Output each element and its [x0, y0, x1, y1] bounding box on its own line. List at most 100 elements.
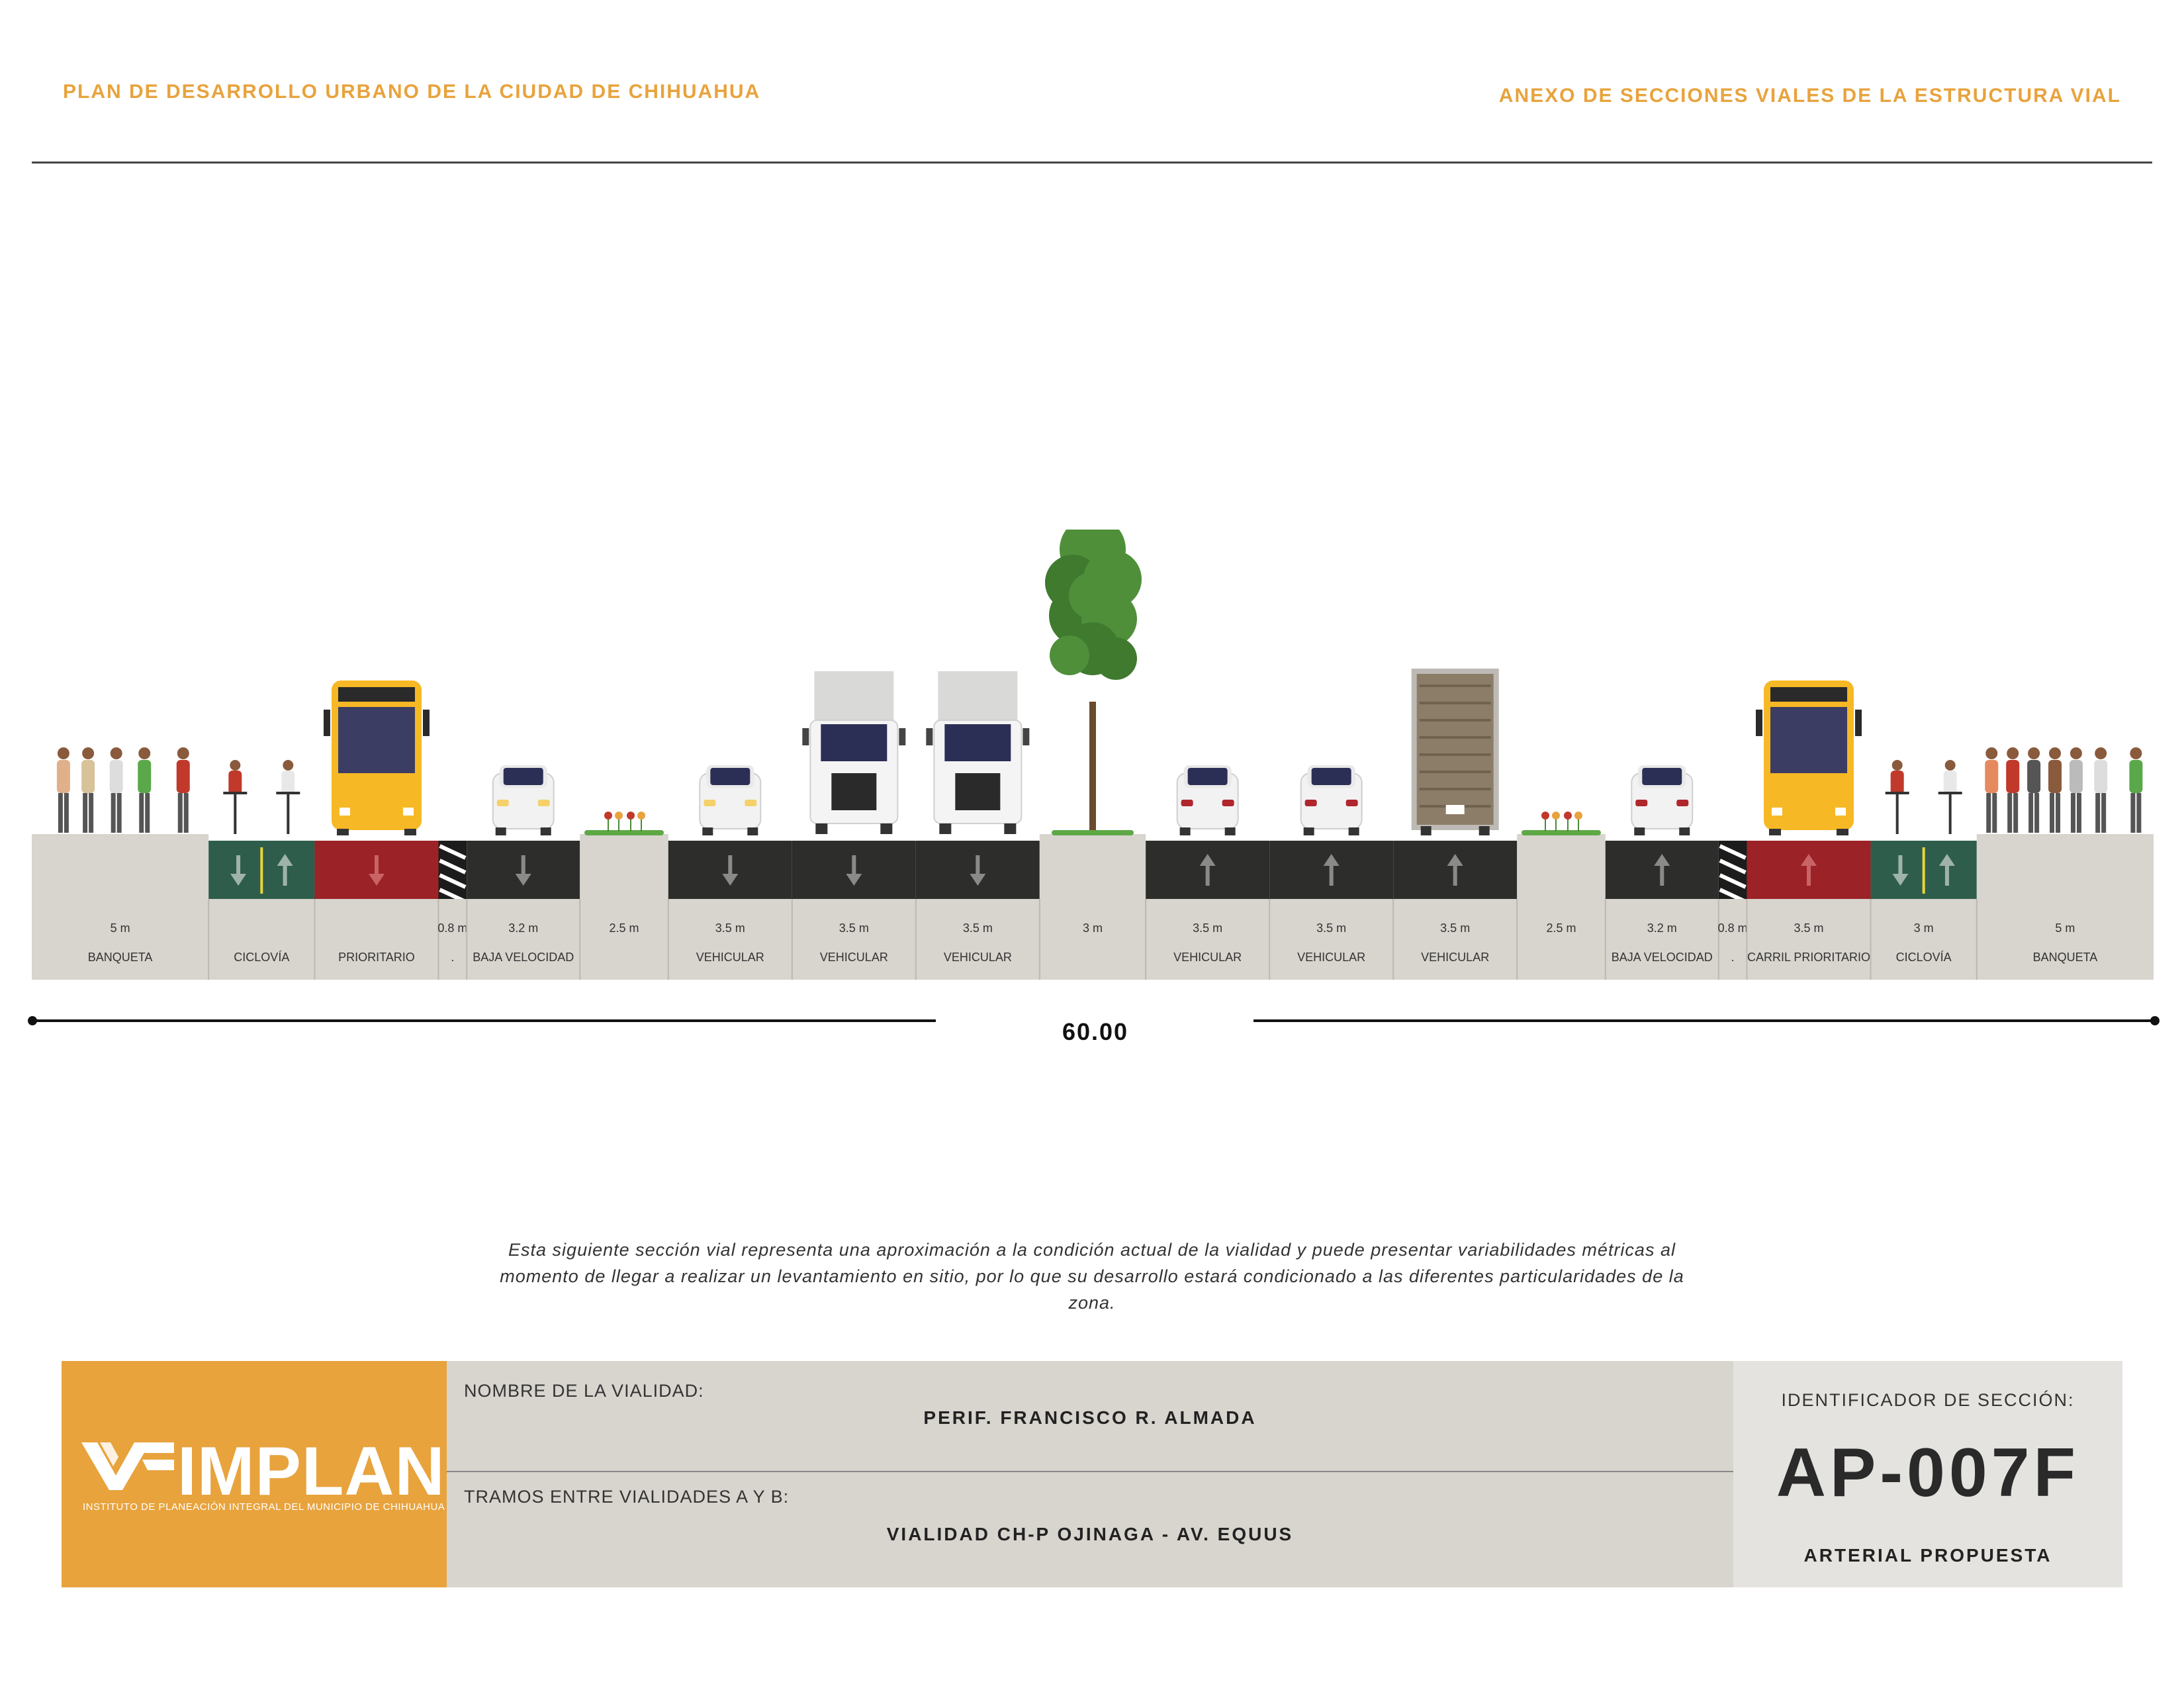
bicycle-handlebar	[1885, 792, 1909, 794]
bus-wheel	[336, 829, 349, 835]
bicycle-wheel	[287, 794, 290, 834]
segment-width-label: 2.5 m	[609, 921, 639, 935]
logo-subtitle: INSTITUTO DE PLANEACIÓN INTEGRAL DEL MUN…	[83, 1501, 445, 1513]
header-rule	[32, 162, 2152, 164]
implan-logo: IMPLAN INSTITUTO DE PLANEACIÓN INTEGRAL …	[62, 1361, 447, 1587]
truck-windshield	[821, 724, 887, 761]
person-leg	[2056, 793, 2061, 833]
segment-label-cell	[1146, 899, 1270, 980]
person-leg	[183, 793, 189, 833]
segment-label-cell	[32, 899, 209, 980]
bus-left	[323, 680, 430, 835]
cyclist-torso	[1943, 771, 1957, 794]
cyclist-right	[1938, 760, 1962, 834]
truck-mirror-left	[802, 728, 809, 745]
section-id-label: IDENTIFICADOR DE SECCIÓN:	[1781, 1390, 2075, 1410]
pedestrian-right-2	[2027, 747, 2041, 833]
segment-type-label: BANQUETA	[88, 951, 153, 964]
segment-label-cell	[1870, 899, 1977, 980]
document-title: PLAN DE DESARROLLO URBANO DE LA CIUDAD D…	[63, 81, 761, 103]
bike-lane-centerline	[1922, 847, 1925, 894]
segment-type-label: VEHICULAR	[1297, 951, 1365, 964]
flower	[1551, 812, 1560, 820]
truck-rear	[1411, 669, 1499, 835]
segment-type-label: .	[1731, 951, 1735, 964]
person-leg	[139, 793, 144, 833]
car-wheel-left	[1303, 827, 1314, 835]
bicycle-wheel	[234, 794, 237, 834]
bus-route-sign	[1770, 687, 1848, 702]
person-leg	[89, 793, 94, 833]
car-light-right	[1222, 800, 1234, 806]
pedestrian-left-3	[138, 747, 152, 833]
arrow-shaft	[1660, 866, 1664, 886]
car-windshield	[1311, 768, 1351, 785]
median-planting-right	[1521, 812, 1601, 835]
pedestrian-right-5	[2094, 747, 2108, 833]
person-leg	[1986, 793, 1991, 833]
pedestrian-left-0	[56, 747, 70, 833]
person-leg	[111, 793, 116, 833]
bus-wheel	[1837, 829, 1849, 835]
segment-type-label: .	[451, 951, 454, 964]
person-torso	[56, 760, 70, 793]
truck-rear-wheel	[1479, 826, 1490, 835]
flower	[604, 812, 613, 820]
cyclist-head	[230, 760, 241, 771]
arrow-shaft	[976, 855, 980, 875]
person-leg	[2028, 793, 2034, 833]
arrow-shaft	[728, 855, 733, 875]
tree-trunk	[1089, 702, 1096, 831]
implan-logo-icon	[81, 1442, 174, 1490]
segment-type-label: CARRIL PRIORITARIO	[1747, 951, 1870, 964]
arrow-shaft	[1453, 866, 1457, 886]
disclaimer-note: Esta siguiente sección vial representa u…	[500, 1240, 1684, 1313]
segment-width-label: 3 m	[1083, 921, 1103, 935]
dimension-endpoint-left	[28, 1016, 37, 1025]
bus-light	[1772, 808, 1783, 816]
segment-width-label: 3.5 m	[1794, 921, 1824, 935]
segment-type-label: VEHICULAR	[1173, 951, 1242, 964]
person-leg	[2007, 793, 2013, 833]
title-block: IMPLAN INSTITUTO DE PLANEACIÓN INTEGRAL …	[62, 1361, 2122, 1587]
person-leg	[2070, 793, 2075, 833]
person-torso	[81, 760, 95, 793]
median-planting-left	[584, 812, 664, 835]
arrow-shaft	[1329, 866, 1334, 886]
segment-width-label: 3.5 m	[1440, 921, 1470, 935]
cyclist-head	[283, 760, 294, 771]
person-head	[2007, 747, 2019, 759]
cyclist-torso	[228, 771, 242, 794]
truck-rear-slat	[1419, 771, 1491, 773]
segment-type-label: BAJA VELOCIDAD	[1612, 951, 1713, 964]
car-front-low-speed	[492, 765, 555, 835]
segment-label-cell	[1039, 899, 1146, 980]
tree-foliage	[1069, 572, 1116, 620]
car-light-right	[1345, 800, 1358, 806]
section-id-panel: IDENTIFICADOR DE SECCIÓN: AP-007F ARTERI…	[1733, 1361, 2122, 1587]
bus-mirror-left	[1756, 710, 1763, 736]
segment-width-label: 2.5 m	[1546, 921, 1576, 935]
segment-band-sidewalk	[1976, 834, 2154, 899]
truck-plate	[1445, 805, 1465, 814]
flower	[637, 812, 646, 820]
tramos-label: TRAMOS ENTRE VIALIDADES A Y B:	[464, 1487, 790, 1507]
segment-band-sidewalk	[32, 834, 209, 899]
car-light-left	[1304, 800, 1317, 806]
truck-wheel-right	[1004, 823, 1017, 834]
person-leg	[83, 793, 88, 833]
truck-windshield	[944, 724, 1011, 761]
arrow-shaft	[374, 855, 379, 875]
pedestrian-right-0	[1985, 747, 1999, 833]
truck-front	[926, 671, 1030, 834]
segment-width-label: 5 m	[2055, 921, 2075, 935]
segment-type-label: PRIORITARIO	[338, 951, 415, 964]
truck-wheel-right	[880, 823, 893, 834]
person-torso	[2006, 760, 2020, 793]
car-windshield	[503, 768, 543, 785]
car-front	[699, 765, 762, 835]
segment-width-label: 0.8 m	[1718, 921, 1748, 935]
person-torso	[1985, 760, 1999, 793]
segment-label-cell	[792, 899, 916, 980]
bus-windshield	[1770, 707, 1848, 773]
